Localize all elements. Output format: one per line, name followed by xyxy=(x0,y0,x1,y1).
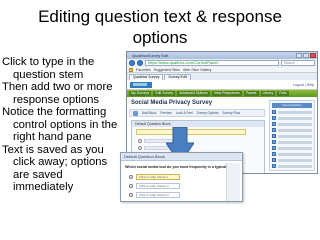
address-bar: https://www.qualtrics.com/ControlPanel/ … xyxy=(127,59,317,67)
checkbox-icon[interactable] xyxy=(272,164,276,168)
close-icon[interactable] xyxy=(310,53,316,58)
toolbar-item[interactable]: Survey Options xyxy=(197,111,219,115)
favorites-item[interactable]: Web Slice Gallery xyxy=(183,68,212,72)
nav-item[interactable]: Advanced Options xyxy=(177,91,210,96)
format-option[interactable] xyxy=(272,110,312,114)
top-links[interactable]: Logout | Help xyxy=(293,83,314,87)
app-header: Logout | Help xyxy=(127,80,317,90)
url-field[interactable]: https://www.qualtrics.com/ControlPanel/ xyxy=(145,60,279,66)
slide-title: Editing question text & response options xyxy=(38,7,282,47)
checkbox-icon[interactable] xyxy=(272,140,276,144)
format-option[interactable] xyxy=(272,128,312,132)
response-option[interactable]: Click to write Choice 1 xyxy=(129,174,180,180)
editor-toolbar: Add Block Preview Look & Feel Survey Opt… xyxy=(129,109,265,117)
format-option[interactable] xyxy=(272,116,312,120)
checkbox-icon[interactable] xyxy=(272,128,276,132)
radio-icon[interactable] xyxy=(129,184,133,188)
format-option[interactable] xyxy=(272,146,312,150)
bullet-item: Notice the formatting control options in… xyxy=(2,106,118,143)
radio-icon[interactable] xyxy=(129,175,133,179)
zoomed-question-inset: Default Question Block Which social medi… xyxy=(120,152,243,202)
add-block-icon[interactable] xyxy=(133,110,138,116)
window-controls xyxy=(296,53,316,58)
main-nav: My Surveys Edit Survey Advanced Options … xyxy=(127,90,317,97)
inset-block-header: Default Question Block xyxy=(121,153,242,161)
back-icon[interactable] xyxy=(129,60,135,66)
checkbox-icon[interactable] xyxy=(272,158,276,162)
toolbar-item[interactable]: Add Block xyxy=(142,111,156,115)
radio-icon[interactable] xyxy=(138,146,142,150)
minimize-icon[interactable] xyxy=(296,53,302,58)
nav-item[interactable]: View Responses xyxy=(211,91,242,96)
toolbar-item[interactable]: Look & Feel xyxy=(176,111,193,115)
question-stem-text[interactable]: Which social media tool do you most freq… xyxy=(125,165,238,169)
favorites-item[interactable]: Suggested Sites xyxy=(154,68,180,72)
response-option[interactable]: Click to write Choice 2 xyxy=(129,183,180,189)
browser-tabs: Qualtrics Survey Survey Edit xyxy=(127,73,317,80)
next-question-button[interactable]: Next Question xyxy=(272,103,312,108)
choice-input[interactable]: Click to write Choice 1 xyxy=(136,174,180,180)
choice-input[interactable]: Click to write Choice 3 xyxy=(136,192,180,198)
format-option[interactable] xyxy=(272,134,312,138)
response-option[interactable]: Click to write Choice 3 xyxy=(129,192,180,198)
block-header: Default Question Block xyxy=(132,121,264,127)
format-option[interactable] xyxy=(272,164,312,168)
toolbar-item[interactable]: Preview xyxy=(160,111,171,115)
checkbox-icon[interactable] xyxy=(272,122,276,126)
favorites-item[interactable]: Favorites xyxy=(136,68,151,72)
radio-icon[interactable] xyxy=(138,139,142,143)
nav-item[interactable]: Panels xyxy=(243,91,259,96)
formatting-pane: Next Question xyxy=(269,100,315,171)
forward-icon[interactable] xyxy=(137,60,143,66)
nav-item[interactable]: My Surveys xyxy=(129,91,152,96)
bullet-item: Text is saved as you click away; options… xyxy=(2,143,108,194)
format-option[interactable] xyxy=(272,158,312,162)
logo-mark xyxy=(133,83,147,86)
maximize-icon[interactable] xyxy=(303,53,309,58)
nav-item[interactable]: Polls xyxy=(277,91,289,96)
bullet-item: Click to type in the question stem xyxy=(2,56,95,81)
format-option[interactable] xyxy=(272,122,312,126)
nav-item[interactable]: Library xyxy=(260,91,276,96)
inset-side-pane xyxy=(226,163,240,201)
choice-input[interactable]: Click to write Choice 2 xyxy=(136,183,180,189)
window-titlebar: QualtricsSurvey Edit xyxy=(127,52,317,59)
checkbox-icon[interactable] xyxy=(272,134,276,138)
nav-item[interactable]: Edit Survey xyxy=(153,91,176,96)
format-option[interactable] xyxy=(272,140,312,144)
radio-icon[interactable] xyxy=(129,193,133,197)
format-option[interactable] xyxy=(272,152,312,156)
window-title: QualtricsSurvey Edit xyxy=(132,53,169,58)
bullet-item: Then add two or more response options xyxy=(2,81,113,106)
star-icon[interactable] xyxy=(129,67,133,72)
checkbox-icon[interactable] xyxy=(272,152,276,156)
bullet-list: Click to type in the question stem Then … xyxy=(2,56,120,194)
checkbox-icon[interactable] xyxy=(272,110,276,114)
survey-title: Social Media Privacy Survey xyxy=(131,100,213,106)
toolbar-item[interactable]: Survey Flow xyxy=(223,111,241,115)
checkbox-icon[interactable] xyxy=(272,116,276,120)
search-input[interactable]: Search xyxy=(281,60,315,66)
checkbox-icon[interactable] xyxy=(272,146,276,150)
